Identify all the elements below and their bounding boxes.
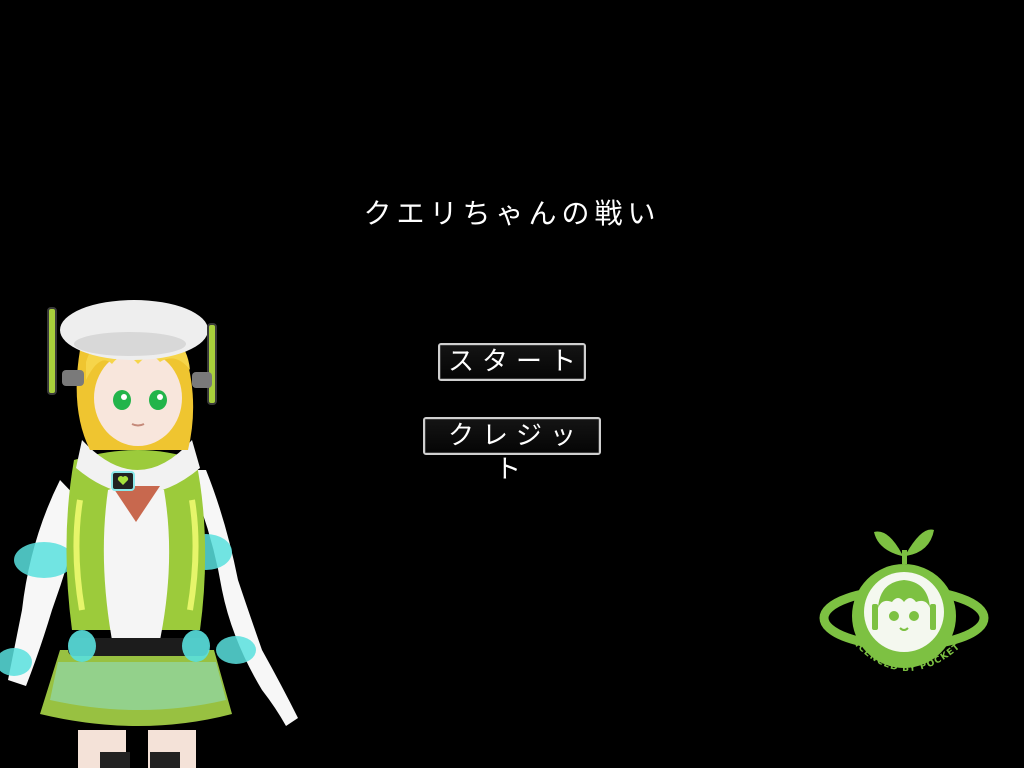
character-illustration: [0, 300, 298, 768]
start-button[interactable]: スタート: [438, 343, 586, 381]
licence-logo: LICENCED BY POCKET QUERIES: [818, 524, 989, 674]
game-title: クエリちゃんの戦い: [363, 197, 661, 230]
credit-button[interactable]: クレジット: [423, 417, 601, 485]
title-screen: クエリちゃんの戦い スタート クレジット LICENCED BY POCKET: [0, 0, 1024, 768]
